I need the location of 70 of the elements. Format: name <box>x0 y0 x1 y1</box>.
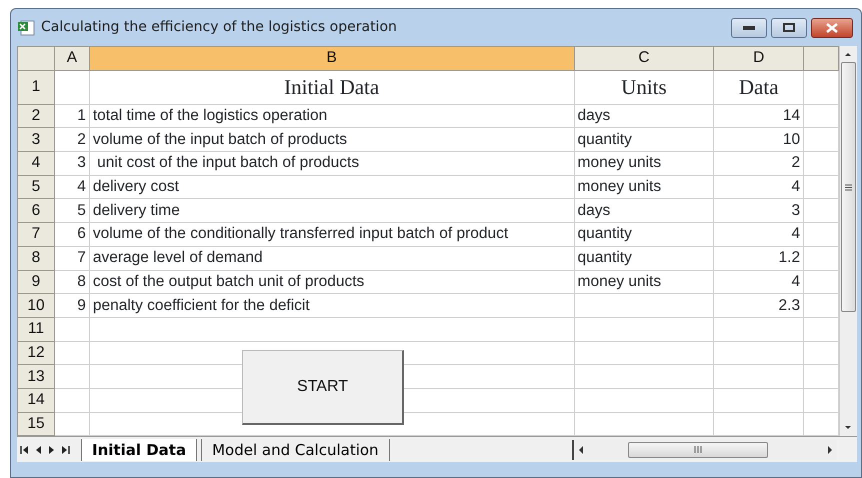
column-heading: Data <box>738 75 779 100</box>
cell-text: 3 <box>791 202 800 219</box>
cell-text: 4 <box>791 178 800 196</box>
row-header[interactable]: 9 <box>18 270 54 294</box>
cell-text: 2 <box>77 130 86 148</box>
column-header[interactable]: B <box>89 46 574 70</box>
cell-text: total time of the logistics operation <box>92 107 328 124</box>
cell-text: quantity <box>578 225 632 242</box>
cell-text: volume of the conditionally transferred input batch of product <box>92 225 508 242</box>
cell-text: 4 <box>791 272 800 290</box>
cell-text: money units <box>578 154 662 172</box>
row-header[interactable]: 10 <box>18 294 54 318</box>
window-title: Calculating the efficiency of the logistics operation <box>41 18 397 37</box>
row-header[interactable]: 3 <box>18 128 54 152</box>
cell-text: penalty coefficient for the deficit <box>92 296 310 314</box>
cell-text: quantity <box>578 130 632 148</box>
row-header[interactable]: 12 <box>18 341 54 365</box>
spreadsheet-icon <box>17 20 35 36</box>
minimize-button[interactable] <box>731 18 767 38</box>
cell-text: 5 <box>77 202 86 219</box>
close-icon <box>826 22 838 32</box>
row-header[interactable]: 5 <box>18 175 54 199</box>
column-header[interactable]: C <box>574 46 714 70</box>
cell-text: delivery time <box>92 202 180 219</box>
sheet-tab[interactable]: Initial Data <box>81 438 198 462</box>
cell-text: 2 <box>791 154 800 172</box>
column-header[interactable]: A <box>54 46 90 70</box>
row-header[interactable]: 7 <box>18 222 54 246</box>
cell-text: 4 <box>791 225 800 242</box>
cell-text: days <box>578 202 610 219</box>
scrollbar-thumb[interactable] <box>628 442 768 458</box>
cell-text: money units <box>578 178 662 196</box>
cell-text: cost of the output batch unit of products <box>92 272 364 290</box>
row-header[interactable]: 1 <box>18 70 54 104</box>
cell-text: 3 <box>77 154 86 172</box>
row-header[interactable]: 6 <box>18 198 54 223</box>
close-button[interactable] <box>811 18 853 38</box>
cell-text: 1.2 <box>778 249 800 266</box>
sheet-tab[interactable]: Model and Calculation <box>201 438 390 462</box>
row-header[interactable]: 14 <box>18 388 54 412</box>
cell-text: 4 <box>77 178 86 196</box>
cell-text: days <box>578 107 610 124</box>
cell-text: volume of the input batch of products <box>92 130 348 148</box>
row-header[interactable]: 15 <box>18 412 54 436</box>
minimize-icon <box>743 26 755 30</box>
cell-text: 7 <box>77 249 86 266</box>
cell-text: money units <box>578 272 662 290</box>
column-heading: Initial Data <box>284 75 380 100</box>
cell-text: 8 <box>77 272 86 290</box>
cell-text: 9 <box>77 296 86 314</box>
column-header[interactable]: D <box>714 46 804 70</box>
cell-text: 6 <box>77 225 86 242</box>
cell-text: 14 <box>782 107 800 124</box>
row-header[interactable]: 8 <box>18 246 54 270</box>
cell-text: quantity <box>578 249 632 266</box>
cell-text: 1 <box>77 107 86 124</box>
maximize-icon <box>783 23 795 32</box>
start-button[interactable]: START <box>242 350 404 425</box>
column-heading: Units <box>621 75 667 100</box>
cell-text: delivery cost <box>92 178 179 196</box>
cell-text: unit cost of the input batch of products <box>96 154 360 172</box>
cell-text: 10 <box>782 130 800 148</box>
row-header[interactable]: 4 <box>18 152 54 176</box>
scrollbar-thumb[interactable] <box>841 62 856 312</box>
cell-text: average level of demand <box>92 249 263 266</box>
maximize-button[interactable] <box>771 18 807 38</box>
row-header[interactable]: 13 <box>18 364 54 388</box>
row-header[interactable]: 2 <box>18 104 54 128</box>
row-header[interactable]: 11 <box>18 317 54 342</box>
cell-text: 2.3 <box>778 296 800 314</box>
